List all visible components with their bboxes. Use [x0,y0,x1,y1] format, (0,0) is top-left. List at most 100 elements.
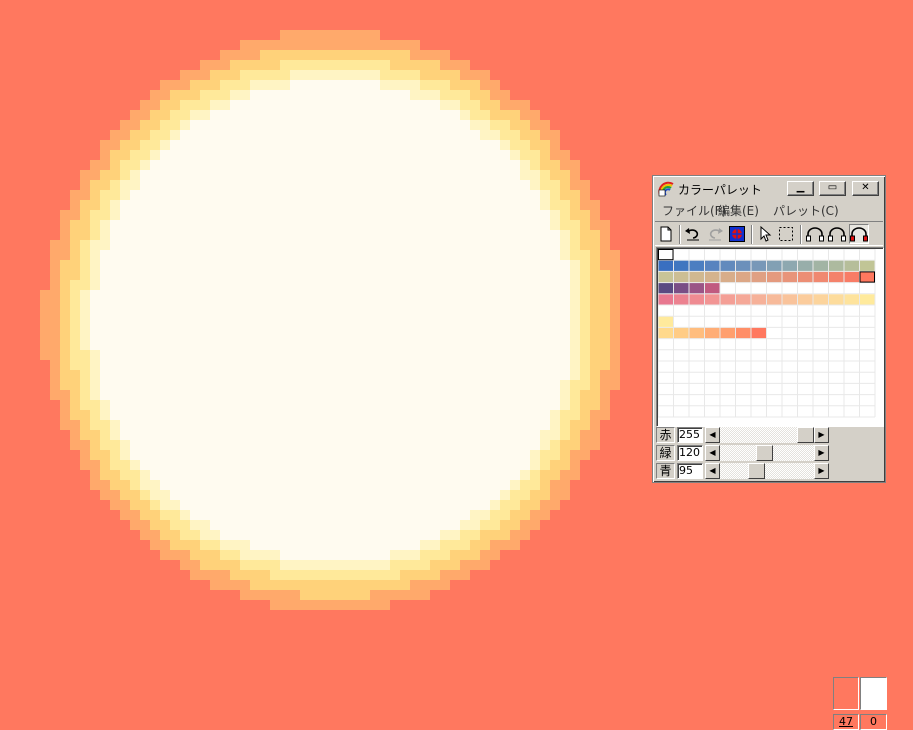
menu-palette[interactable]: パレット(C) [773,202,839,219]
glow-cell [280,540,290,550]
glow-cell [570,340,580,350]
close-button[interactable]: ✕ [852,181,879,196]
palette-swatch[interactable] [689,271,705,283]
green-increase-arrow[interactable]: ▶ [814,445,829,461]
palette-swatch[interactable] [860,260,875,271]
palette-swatch[interactable] [658,260,674,271]
glow-cell [190,330,200,340]
palette-swatch[interactable] [674,294,689,305]
select-rect-button[interactable] [776,224,796,244]
glow-cell [60,250,70,260]
palette-swatch[interactable] [658,327,674,339]
palette-swatch[interactable] [736,260,751,271]
palette-swatch[interactable] [705,271,720,283]
palette-swatch[interactable] [798,271,813,283]
red-value-field[interactable]: 255 [677,427,703,443]
undo-button[interactable] [683,224,703,244]
palette-swatch[interactable] [705,283,720,294]
palette-swatch[interactable] [767,294,782,305]
palette-swatch[interactable] [658,316,674,327]
glow-cell [240,60,250,70]
palette-swatch-selected[interactable] [859,271,875,283]
palette-swatch[interactable] [705,294,720,305]
redo-button[interactable] [705,224,725,244]
blue-slider-thumb[interactable] [748,463,765,479]
palette-swatch[interactable] [720,327,736,339]
palette-swatch[interactable] [689,283,705,294]
palette-swatch[interactable] [782,271,798,283]
menu-edit[interactable]: 編集(E) [718,202,759,219]
palette-swatch[interactable] [689,260,705,271]
glow-cell [160,510,170,520]
pointer-tool-button[interactable] [755,224,775,244]
palette-swatch[interactable] [689,294,705,305]
glow-cell [160,470,170,480]
palette-swatch[interactable] [736,271,751,283]
palette-swatch[interactable] [720,271,736,283]
palette-swatch[interactable] [674,260,689,271]
palette-swatch[interactable] [720,294,736,305]
palette-swatch[interactable] [829,271,844,283]
palette-swatch[interactable] [674,271,689,283]
palette-swatch[interactable] [813,260,829,271]
palette-swatch[interactable] [767,260,782,271]
palette-swatch[interactable] [813,271,829,283]
palette-swatch[interactable] [658,271,674,283]
palette-swatch[interactable] [844,294,860,305]
swap-color-button[interactable] [727,224,747,244]
palette-swatch[interactable] [736,327,751,339]
glow-cell [320,210,330,220]
red-decrease-arrow[interactable]: ◀ [705,427,720,443]
palette-swatch[interactable] [767,271,782,283]
palette-swatch[interactable] [798,294,813,305]
palette-swatch[interactable] [844,271,860,283]
green-decrease-arrow[interactable]: ◀ [705,445,720,461]
dropper-b-button[interactable] [827,224,847,244]
palette-grid[interactable] [656,247,884,427]
palette-swatch[interactable] [689,327,705,339]
glow-cell [510,410,520,420]
green-slider[interactable]: ◀ ▶ [705,445,829,461]
palette-swatch[interactable] [751,294,767,305]
glow-cell [240,120,250,130]
palette-swatch[interactable] [813,294,829,305]
palette-swatch[interactable] [798,260,813,271]
palette-swatch[interactable] [705,327,720,339]
palette-swatch[interactable] [658,294,674,305]
blue-slider[interactable]: ◀ ▶ [705,463,829,479]
palette-swatch[interactable] [829,260,844,271]
minimize-button[interactable]: ▁ [787,181,814,196]
blue-increase-arrow[interactable]: ▶ [814,463,829,479]
palette-swatch[interactable] [782,294,798,305]
palette-swatch[interactable] [844,260,860,271]
maximize-button[interactable]: ▭ [819,181,846,196]
palette-swatch[interactable] [705,260,720,271]
red-slider-thumb[interactable] [797,427,814,443]
blue-decrease-arrow[interactable]: ◀ [705,463,720,479]
green-value-field[interactable]: 120 [677,445,703,461]
glow-cell [490,500,500,510]
palette-swatch[interactable] [751,271,767,283]
color-palette-window[interactable]: カラーパレット ▁ ▭ ✕ ファイル(F) 編集(E) パレット(C) 赤 25… [652,175,887,730]
palette-swatch[interactable] [860,294,875,305]
red-slider[interactable]: ◀ ▶ [705,427,829,443]
palette-swatch[interactable] [751,327,767,339]
palette-swatch[interactable] [751,260,767,271]
menu-file[interactable]: ファイル(F) [662,202,726,219]
palette-swatch[interactable] [674,327,689,339]
red-increase-arrow[interactable]: ▶ [814,427,829,443]
palette-swatch[interactable] [658,249,674,261]
dropper-a-button[interactable] [805,224,825,244]
palette-swatch[interactable] [829,294,844,305]
palette-swatch[interactable] [736,294,751,305]
dropper-c-button[interactable] [849,224,869,244]
palette-swatch[interactable] [658,283,674,294]
palette-swatches[interactable] [658,249,883,425]
new-palette-button[interactable] [656,224,676,244]
palette-swatch[interactable] [674,283,689,294]
palette-swatch[interactable] [782,260,798,271]
green-slider-thumb[interactable] [756,445,773,461]
title-bar[interactable]: カラーパレット ▁ ▭ ✕ [655,178,883,199]
blue-value-field[interactable]: 95 [677,463,703,479]
palette-swatch[interactable] [720,260,736,271]
